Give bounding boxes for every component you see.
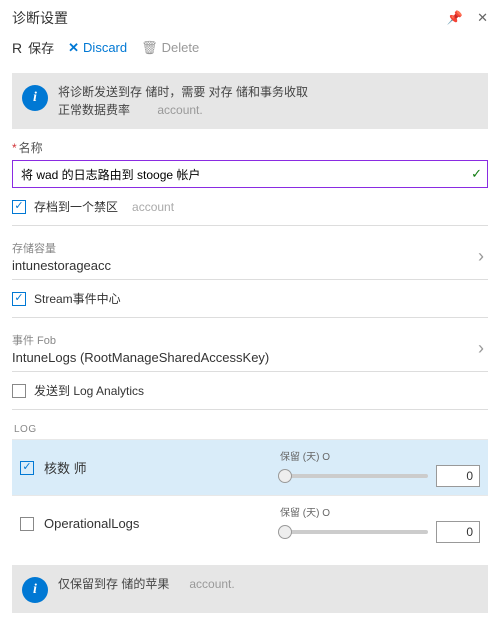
storage-select[interactable]: 存储容量 intunestorageacc › bbox=[12, 232, 488, 280]
log-row[interactable]: 核数 师 保留 (天) O bbox=[12, 439, 488, 495]
eventhub-checkbox-row[interactable]: Stream事件中心 bbox=[12, 290, 488, 307]
retention-label: 保留 (天) O bbox=[280, 448, 480, 463]
pin-icon[interactable]: 📌 bbox=[447, 10, 463, 26]
retention-input[interactable] bbox=[436, 465, 480, 487]
discard-button[interactable]: ✕ Discard bbox=[68, 40, 127, 56]
archive-checkbox[interactable] bbox=[12, 200, 26, 214]
info-banner-1: i 将诊断发送到存 储时，需要 对存 储和事务收取 正常数据费率 account… bbox=[12, 73, 488, 129]
archive-checkbox-row[interactable]: 存档到一个禁区 account bbox=[12, 198, 488, 215]
name-label: *名称 bbox=[12, 139, 488, 156]
retention-slider[interactable] bbox=[280, 530, 428, 534]
log-section-title: LOG bbox=[14, 424, 488, 435]
trash-icon: 🗑 bbox=[141, 40, 158, 56]
info-icon: i bbox=[22, 85, 48, 111]
loganalytics-checkbox-row[interactable]: 发送到 Log Analytics bbox=[12, 382, 488, 399]
log-row-checkbox[interactable] bbox=[20, 461, 34, 475]
retention-slider[interactable] bbox=[280, 474, 428, 478]
loganalytics-checkbox[interactable] bbox=[12, 384, 26, 398]
save-button[interactable]: R 保存 bbox=[12, 38, 54, 57]
chevron-right-icon: › bbox=[478, 246, 484, 267]
retention-label: 保留 (天) O bbox=[280, 504, 480, 519]
valid-icon: ✓ bbox=[471, 166, 482, 182]
info-banner-2: i 仅保留到存 储的苹果 account. bbox=[12, 565, 488, 613]
log-row-name: 核数 师 bbox=[44, 458, 270, 477]
discard-icon: ✕ bbox=[68, 40, 79, 56]
eventhub-select[interactable]: 事件 Fob IntuneLogs (RootManageSharedAcces… bbox=[12, 324, 488, 372]
save-icon: R bbox=[12, 40, 22, 56]
info-icon: i bbox=[22, 577, 48, 603]
log-row-name: OperationalLogs bbox=[44, 516, 270, 531]
log-row-checkbox[interactable] bbox=[20, 517, 34, 531]
eventhub-checkbox[interactable] bbox=[12, 292, 26, 306]
log-row[interactable]: OperationalLogs 保留 (天) O bbox=[12, 495, 488, 551]
retention-input[interactable] bbox=[436, 521, 480, 543]
close-icon[interactable]: ✕ bbox=[477, 10, 488, 26]
delete-button[interactable]: 🗑 Delete bbox=[141, 40, 199, 56]
name-input[interactable] bbox=[12, 160, 488, 188]
page-title: 诊断设置 bbox=[12, 8, 68, 28]
chevron-right-icon: › bbox=[478, 338, 484, 359]
